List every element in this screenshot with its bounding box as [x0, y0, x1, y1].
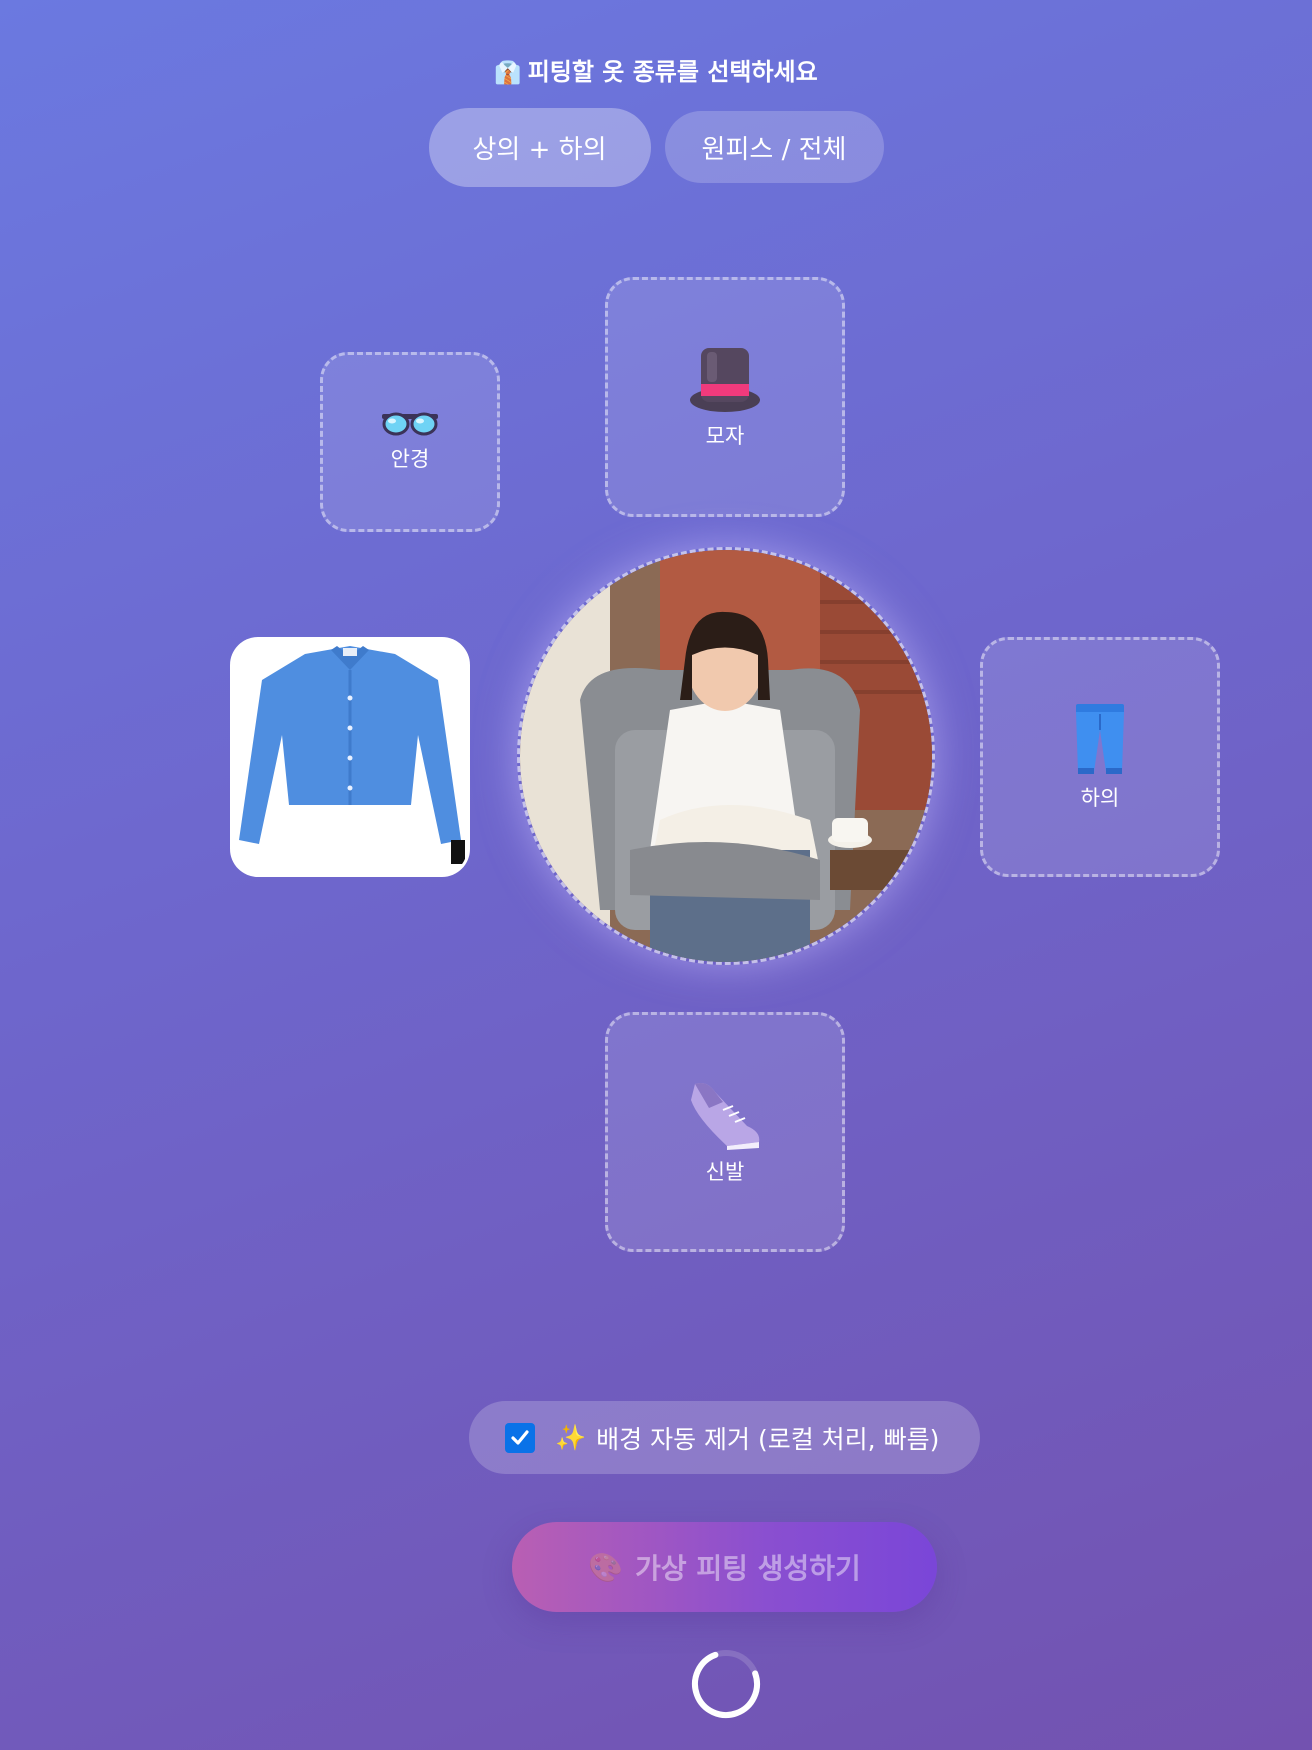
top-hat-icon — [690, 348, 760, 412]
sneaker-icon — [691, 1083, 760, 1150]
background-removal-option: ✨ 배경 자동 제거 (로컬 처리, 빠름) — [469, 1401, 980, 1474]
bottom-label: 하의 — [1080, 786, 1120, 810]
sparkles-icon: ✨ — [555, 1422, 587, 1452]
hat-slot[interactable]: 모자 — [605, 277, 845, 517]
background-removal-checkbox[interactable] — [505, 1422, 535, 1453]
background-removal-label: 배경 자동 제거 (로컬 처리, 빠름) — [596, 1424, 940, 1454]
heading-text: 피팅할 옷 종류를 선택하세요 — [527, 58, 818, 86]
tab-onepiece[interactable]: 원피스 / 전체 — [664, 111, 884, 183]
checkmark-icon — [511, 1429, 529, 1445]
glasses-icon — [382, 412, 438, 436]
top-slot[interactable] — [230, 637, 470, 877]
person-photo[interactable] — [517, 547, 935, 965]
necktie-icon: 👔 — [494, 61, 522, 86]
glasses-label: 안경 — [390, 447, 430, 471]
bottom-slot[interactable]: 하의 — [980, 637, 1220, 877]
loading-spinner — [692, 1650, 760, 1718]
clothing-type-tabs: 상의 + 하의 원피스 / 전체 — [0, 108, 1312, 187]
generate-button-label: 가상 피팅 생성하기 — [635, 1552, 861, 1585]
page-heading: 👔 피팅할 옷 종류를 선택하세요 — [0, 52, 1312, 87]
jeans-icon — [1076, 704, 1124, 774]
shoes-slot[interactable]: 신발 — [605, 1012, 845, 1252]
tab-top-bottom[interactable]: 상의 + 하의 — [428, 108, 651, 187]
generate-fitting-button[interactable]: 🎨 가상 피팅 생성하기 — [512, 1522, 937, 1612]
blue-shirt-image — [233, 640, 467, 874]
hat-label: 모자 — [705, 424, 745, 448]
person-reading-photo — [520, 550, 932, 962]
glasses-slot[interactable]: 안경 — [320, 352, 500, 532]
palette-icon: 🎨 — [588, 1550, 624, 1584]
shoes-label: 신발 — [705, 1160, 745, 1184]
